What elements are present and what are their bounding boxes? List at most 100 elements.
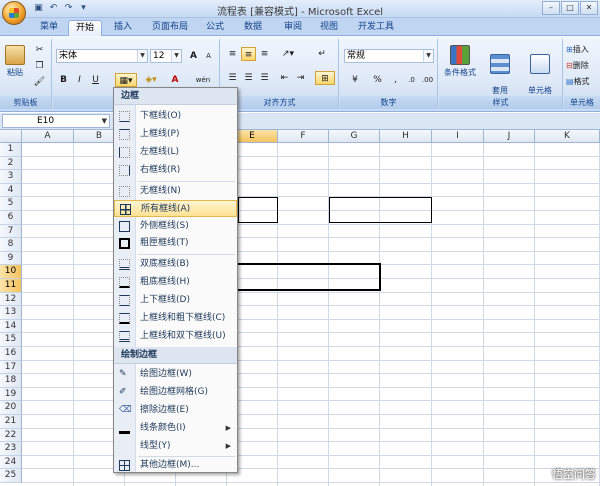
- tab-view[interactable]: 视图: [314, 20, 344, 36]
- bordered-range-g5-h6[interactable]: [329, 197, 432, 223]
- comma-button[interactable]: ,: [388, 73, 403, 87]
- font-name-select[interactable]: 宋体 ▼: [56, 49, 148, 63]
- tab-menu[interactable]: 菜单: [34, 20, 64, 36]
- row-header-4[interactable]: 4: [0, 183, 22, 198]
- menu-item-top-thick-bottom-border[interactable]: 上框线和粗下框线(C): [114, 310, 237, 327]
- column-header-k[interactable]: K: [535, 130, 600, 143]
- worksheet-grid[interactable]: ABCDEFGHIJK 1234567891011121314151617181…: [0, 130, 600, 486]
- row-header-24[interactable]: 24: [0, 455, 22, 470]
- menu-item-left-border[interactable]: 左框线(L): [114, 144, 237, 161]
- format-as-table-button[interactable]: 套用 表格格式: [481, 45, 519, 106]
- row-header-14[interactable]: 14: [0, 319, 22, 334]
- underline-button[interactable]: U: [88, 73, 103, 87]
- name-box[interactable]: E10 ▼: [2, 114, 110, 128]
- row-header-9[interactable]: 9: [0, 251, 22, 266]
- column-header-j[interactable]: J: [484, 130, 535, 143]
- increase-indent-icon[interactable]: ⇥: [293, 71, 308, 85]
- menu-item-draw-border-grid[interactable]: ✐ 绘图边框网格(G): [114, 384, 237, 401]
- number-format-select[interactable]: 常规 ▼: [344, 49, 434, 63]
- menu-item-line-color[interactable]: 线条颜色(I) ▶: [114, 420, 237, 437]
- row-header-23[interactable]: 23: [0, 442, 22, 456]
- row-header-12[interactable]: 12: [0, 292, 22, 307]
- row-header-10[interactable]: 10: [0, 265, 22, 279]
- italic-button[interactable]: I: [72, 73, 87, 87]
- menu-item-all-borders[interactable]: 所有框线(A): [114, 200, 237, 217]
- column-header-i[interactable]: I: [432, 130, 484, 143]
- row-header-3[interactable]: 3: [0, 170, 22, 184]
- wrap-text-icon[interactable]: ↵: [311, 47, 333, 61]
- column-header-g[interactable]: G: [329, 130, 380, 143]
- menu-item-right-border[interactable]: 右框线(R): [114, 162, 237, 179]
- format-painter-icon[interactable]: 🖌: [32, 75, 47, 89]
- borders-button[interactable]: ▦▾: [115, 73, 137, 87]
- font-color-button[interactable]: A: [165, 73, 185, 87]
- menu-item-bottom-border[interactable]: 下框线(O): [114, 108, 237, 125]
- row-header-21[interactable]: 21: [0, 415, 22, 429]
- paste-button[interactable]: 粘贴: [2, 45, 28, 95]
- delete-cells-button[interactable]: ⊟删除: [566, 59, 600, 73]
- tab-page-layout[interactable]: 页面布局: [146, 20, 194, 36]
- menu-item-draw-border[interactable]: ✎ 绘图边框(W): [114, 366, 237, 383]
- menu-item-top-double-bottom-border[interactable]: 上框线和双下框线(U): [114, 328, 237, 345]
- column-header-f[interactable]: F: [278, 130, 329, 143]
- bordered-range-selected[interactable]: [234, 263, 381, 291]
- row-header-7[interactable]: 7: [0, 224, 22, 239]
- row-header-8[interactable]: 8: [0, 238, 22, 252]
- orientation-icon[interactable]: ↗▾: [277, 47, 299, 61]
- decrease-indent-icon[interactable]: ⇤: [277, 71, 292, 85]
- maximize-button[interactable]: □: [561, 1, 579, 15]
- grow-font-button[interactable]: A: [186, 49, 201, 63]
- menu-item-thick-box-border[interactable]: 粗匣框线(T): [114, 235, 237, 252]
- row-header-2[interactable]: 2: [0, 156, 22, 171]
- menu-item-top-bottom-border[interactable]: 上下框线(D): [114, 292, 237, 309]
- merge-center-icon[interactable]: ⊞: [315, 71, 335, 85]
- menu-item-erase-border[interactable]: ⌫ 擦除边框(E): [114, 402, 237, 419]
- row-header-13[interactable]: 13: [0, 306, 22, 320]
- align-top-icon[interactable]: ≡: [225, 47, 240, 61]
- row-header-20[interactable]: 20: [0, 401, 22, 415]
- minimize-button[interactable]: –: [542, 1, 560, 15]
- row-header-25[interactable]: 25: [0, 469, 22, 483]
- column-header-a[interactable]: A: [22, 130, 74, 143]
- close-button[interactable]: ✕: [580, 1, 598, 15]
- shrink-font-button[interactable]: A: [201, 49, 216, 63]
- tab-developer[interactable]: 开发工具: [352, 20, 400, 36]
- align-bottom-icon[interactable]: ≡: [257, 47, 272, 61]
- row-header-22[interactable]: 22: [0, 428, 22, 443]
- row-header-1[interactable]: 1: [0, 143, 22, 157]
- menu-item-line-style[interactable]: 线型(Y) ▶: [114, 438, 237, 455]
- menu-item-top-border[interactable]: 上框线(P): [114, 126, 237, 143]
- bordered-range-e5[interactable]: [238, 197, 278, 223]
- row-header-11[interactable]: 11: [0, 279, 22, 293]
- tab-formulas[interactable]: 公式: [200, 20, 230, 36]
- row-header-15[interactable]: 15: [0, 333, 22, 347]
- menu-item-double-bottom-border[interactable]: 双底框线(B): [114, 256, 237, 273]
- format-cells-button[interactable]: ▤格式: [566, 75, 600, 89]
- align-left-icon[interactable]: ☰: [225, 71, 240, 85]
- copy-icon[interactable]: ❐: [32, 59, 47, 73]
- conditional-format-button[interactable]: 条件格式: [441, 45, 479, 95]
- row-header-16[interactable]: 16: [0, 347, 22, 361]
- row-header-19[interactable]: 19: [0, 387, 22, 402]
- select-all-corner[interactable]: [0, 130, 22, 143]
- insert-cells-button[interactable]: ⊞插入: [566, 43, 600, 57]
- menu-item-more-borders[interactable]: 其他边框(M)...: [114, 457, 237, 474]
- column-header-h[interactable]: H: [380, 130, 432, 143]
- bold-button[interactable]: B: [56, 73, 71, 87]
- percent-button[interactable]: %: [370, 73, 385, 87]
- tab-review[interactable]: 审阅: [278, 20, 308, 36]
- align-center-icon[interactable]: ☰: [241, 71, 256, 85]
- tab-home[interactable]: 开始: [68, 20, 102, 36]
- row-header-6[interactable]: 6: [0, 211, 22, 225]
- cut-icon[interactable]: ✂: [32, 43, 47, 57]
- menu-item-thick-bottom-border[interactable]: 粗底框线(H): [114, 274, 237, 291]
- row-header-18[interactable]: 18: [0, 374, 22, 388]
- office-button[interactable]: [2, 1, 26, 25]
- tab-data[interactable]: 数据: [238, 20, 268, 36]
- increase-decimal-icon[interactable]: .0: [404, 73, 419, 87]
- align-middle-icon[interactable]: ≡: [241, 47, 256, 61]
- row-header-5[interactable]: 5: [0, 197, 22, 211]
- phonetic-button[interactable]: wén: [191, 73, 215, 87]
- tab-insert[interactable]: 插入: [108, 20, 138, 36]
- menu-item-outside-borders[interactable]: 外侧框线(S): [114, 218, 237, 235]
